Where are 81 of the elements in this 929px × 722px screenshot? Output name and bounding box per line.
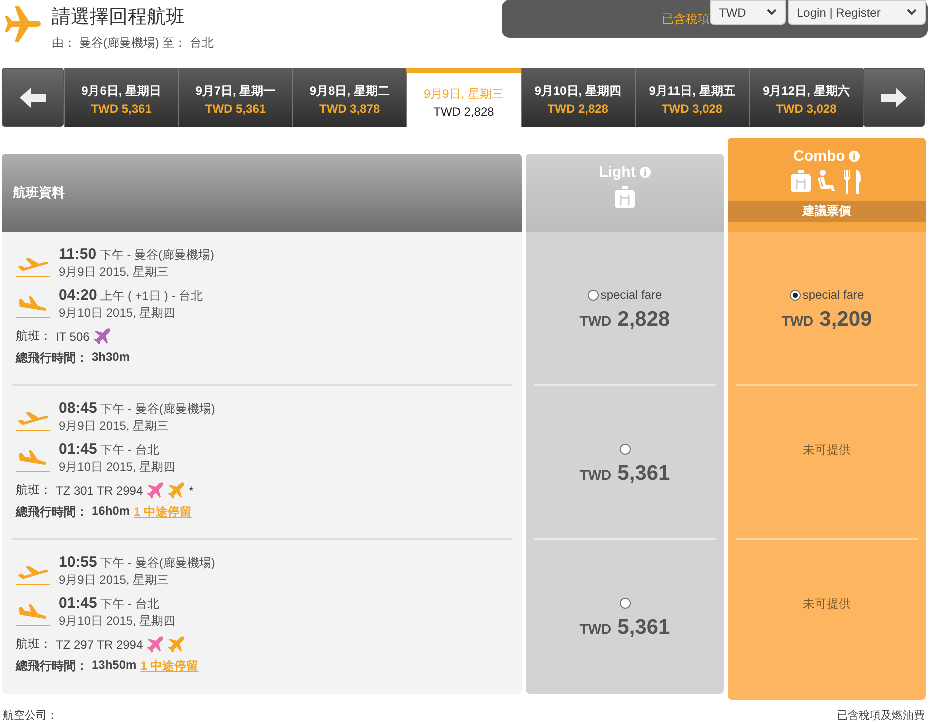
flight-label: 航班： xyxy=(16,482,52,499)
unavailable-text: 未可提供 xyxy=(803,596,851,613)
duration-label: 總飛行時間： xyxy=(16,350,88,367)
fare-radio[interactable] xyxy=(588,290,599,300)
fare-name: Combo xyxy=(794,148,846,165)
fare-option: special fare xyxy=(600,288,662,302)
seat-icon xyxy=(817,170,837,192)
departure-date: 9月9日 2015, 星期三 xyxy=(59,418,170,435)
takeoff-icon xyxy=(16,255,52,279)
fare-radio[interactable] xyxy=(620,444,630,454)
flight-label: 航班： xyxy=(16,328,52,345)
departure-detail: 下午 - 曼谷(廊曼機場) xyxy=(100,402,216,416)
chevron-icon xyxy=(767,9,777,16)
date-tab[interactable]: 9月8日, 星期二 TWD 3,878 xyxy=(292,68,406,127)
page-title: 請選擇回程航班 xyxy=(52,6,186,30)
cutlery-icon xyxy=(843,170,863,194)
departure-date: 9月9日 2015, 星期三 xyxy=(59,264,170,281)
landing-icon xyxy=(16,296,52,320)
previous-button[interactable] xyxy=(2,68,64,127)
fare-price: 3,209 xyxy=(820,308,872,332)
header-text: 航班資料 xyxy=(13,184,65,202)
date-tab[interactable]: 9月12日, 星期六 TWD 3,028 xyxy=(748,68,863,127)
arrival-date: 9月10日 2015, 星期四 xyxy=(59,459,176,476)
arrival-time: 01:45 xyxy=(59,441,98,458)
fare-option: special fare xyxy=(802,288,864,302)
arrival-detail: 下午 - 台北 xyxy=(100,443,160,457)
duration-label: 總飛行時間： xyxy=(16,504,88,521)
airline-label: 航空公司： xyxy=(3,708,58,722)
currency-text: TWD xyxy=(580,467,612,483)
currency-text: TWD xyxy=(782,313,814,329)
note-mark: * xyxy=(189,484,194,498)
currency-text: TWD xyxy=(580,621,612,637)
fare-radio[interactable] xyxy=(620,598,630,608)
login-dropdown[interactable]: Login | Register xyxy=(788,0,926,25)
date-tab[interactable]: 9月7日, 星期一 TWD 5,361 xyxy=(178,68,292,127)
currency-text: TWD xyxy=(580,313,612,329)
currency-dropdown[interactable]: TWD xyxy=(710,0,786,25)
arrival-date: 9月10日 2015, 星期四 xyxy=(59,613,176,630)
route-text: 由： 曼谷(廊曼機場) 至： 台北 xyxy=(52,35,215,52)
arrival-time: 01:45 xyxy=(59,595,98,612)
duration: 13h50m xyxy=(92,658,137,674)
departure-time: 08:45 xyxy=(59,400,98,417)
departure-date: 9月9日 2015, 星期三 xyxy=(59,572,170,589)
departure-time: 10:55 xyxy=(59,554,98,571)
flight-number: TZ 301 TR 2994 xyxy=(56,484,144,498)
fare-price: 2,828 xyxy=(618,308,670,332)
airplane-icon xyxy=(4,4,44,44)
flight-label: 航班： xyxy=(16,636,52,653)
info-icon xyxy=(640,167,651,178)
fare-radio[interactable] xyxy=(790,290,801,300)
fare-price: 5,361 xyxy=(618,616,670,640)
right-arrow-icon xyxy=(880,88,907,108)
landing-icon xyxy=(16,604,52,628)
fare-price: 5,361 xyxy=(618,462,670,486)
duration-label: 總飛行時間： xyxy=(16,658,88,675)
duration: 16h0m xyxy=(92,504,130,520)
arrival-detail: 下午 - 台北 xyxy=(100,597,160,611)
departure-time: 11:50 xyxy=(59,246,97,263)
tax-notice: 已含稅項 xyxy=(662,10,710,28)
unavailable-text: 未可提供 xyxy=(803,442,851,459)
next-button[interactable] xyxy=(862,68,925,127)
arrival-time: 04:20 xyxy=(59,287,98,304)
flight-number: IT 506 xyxy=(56,330,90,344)
duration: 3h30m xyxy=(92,350,130,366)
departure-detail: 下午 - 曼谷(廊曼機場) xyxy=(100,556,216,570)
left-arrow-icon xyxy=(20,88,46,108)
departure-detail: 下午 - 曼谷(廊曼機場) xyxy=(100,248,215,262)
info-icon xyxy=(849,151,860,162)
recommended-label: 建議票價 xyxy=(728,201,926,222)
date-tab[interactable]: 9月11日, 星期五 TWD 3,028 xyxy=(634,68,749,127)
arrival-detail: 上午 ( +1日 ) - 台北 xyxy=(100,289,204,303)
landing-icon xyxy=(16,450,52,474)
takeoff-icon xyxy=(16,563,52,587)
arrival-date: 9月10日 2015, 星期四 xyxy=(59,305,177,322)
date-tab[interactable]: 9月9日, 星期三 TWD 2,828 xyxy=(406,68,521,127)
chevron-icon xyxy=(907,9,917,16)
flight-number: TZ 297 TR 2994 xyxy=(56,638,144,652)
tax-note: 已含稅項及燃油費 xyxy=(837,709,925,722)
date-tab[interactable]: 9月6日, 星期日 TWD 5,361 xyxy=(64,68,178,127)
date-tab[interactable]: 9月10日, 星期四 TWD 2,828 xyxy=(520,68,635,127)
takeoff-icon xyxy=(16,409,52,433)
